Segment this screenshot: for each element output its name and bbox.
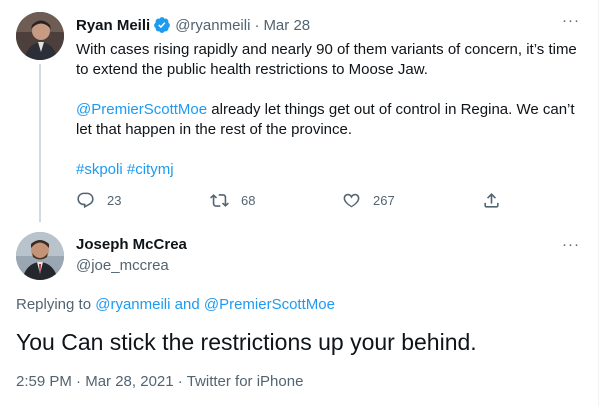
tweet-time[interactable]: 2:59 PM [16,373,72,390]
author-handle[interactable]: @ryanmeili [175,17,250,34]
verified-badge-icon [153,16,171,34]
replying-and: and [170,296,204,313]
reply-button[interactable]: 23 [76,188,121,212]
reply-icon [77,192,94,208]
parent-tweet-header: Ryan Meili @ryanmeili · Mar 28 [76,15,310,35]
share-icon [484,192,499,208]
author-handle[interactable]: @joe_mccrea [76,257,169,274]
tweet-date[interactable]: Mar 28, 2021 [85,373,173,390]
more-icon[interactable]: ··· [560,13,582,34]
tweet-actions: 23 68 267 [76,188,506,212]
like-count: 267 [373,192,395,208]
meta-separator: · [76,373,82,390]
like-button[interactable]: 267 [342,188,395,212]
author-name[interactable]: Ryan Meili [76,17,150,34]
retweet-icon [210,193,229,207]
main-tweet-text: You Can stick the restrictions up your b… [16,329,477,355]
hashtag-link[interactable]: #citymj [127,161,174,178]
avatar-joseph-mccrea[interactable] [16,232,64,280]
avatar-ryan-meili[interactable] [16,12,64,60]
author-name[interactable]: Joseph McCrea [76,236,187,253]
meta-separator: · [254,16,260,34]
retweet-button[interactable]: 68 [210,188,255,212]
hashtag-link[interactable]: #skpoli [76,161,123,178]
more-icon[interactable]: ··· [560,237,582,258]
heart-icon [343,193,360,207]
tweet-thread: Ryan Meili @ryanmeili · Mar 28 ··· With … [0,0,599,406]
tweet-date[interactable]: Mar 28 [263,17,310,34]
thread-connector-line [39,64,41,222]
mention-link[interactable]: @PremierScottMoe [76,101,207,118]
reply-count: 23 [107,192,122,208]
tweet-timestamp-line: 2:59 PM · Mar 28, 2021 · Twitter for iPh… [16,373,303,390]
replying-prefix: Replying to [16,296,96,313]
retweet-count: 68 [241,192,256,208]
hashtags: #skpoli #citymj [76,160,586,180]
mention-link[interactable]: @ryanmeili [95,296,170,313]
tweet-source[interactable]: Twitter for iPhone [187,373,304,390]
tweet-paragraph: With cases rising rapidly and nearly 90 … [76,41,577,78]
meta-separator: · [177,373,183,390]
parent-tweet-text: With cases rising rapidly and nearly 90 … [76,40,586,200]
share-button[interactable] [482,188,513,212]
replying-to-line: Replying to @ryanmeili and @PremierScott… [16,296,335,313]
mention-link[interactable]: @PremierScottMoe [204,296,335,313]
tweet-paragraph: @PremierScottMoe already let things get … [76,100,586,140]
